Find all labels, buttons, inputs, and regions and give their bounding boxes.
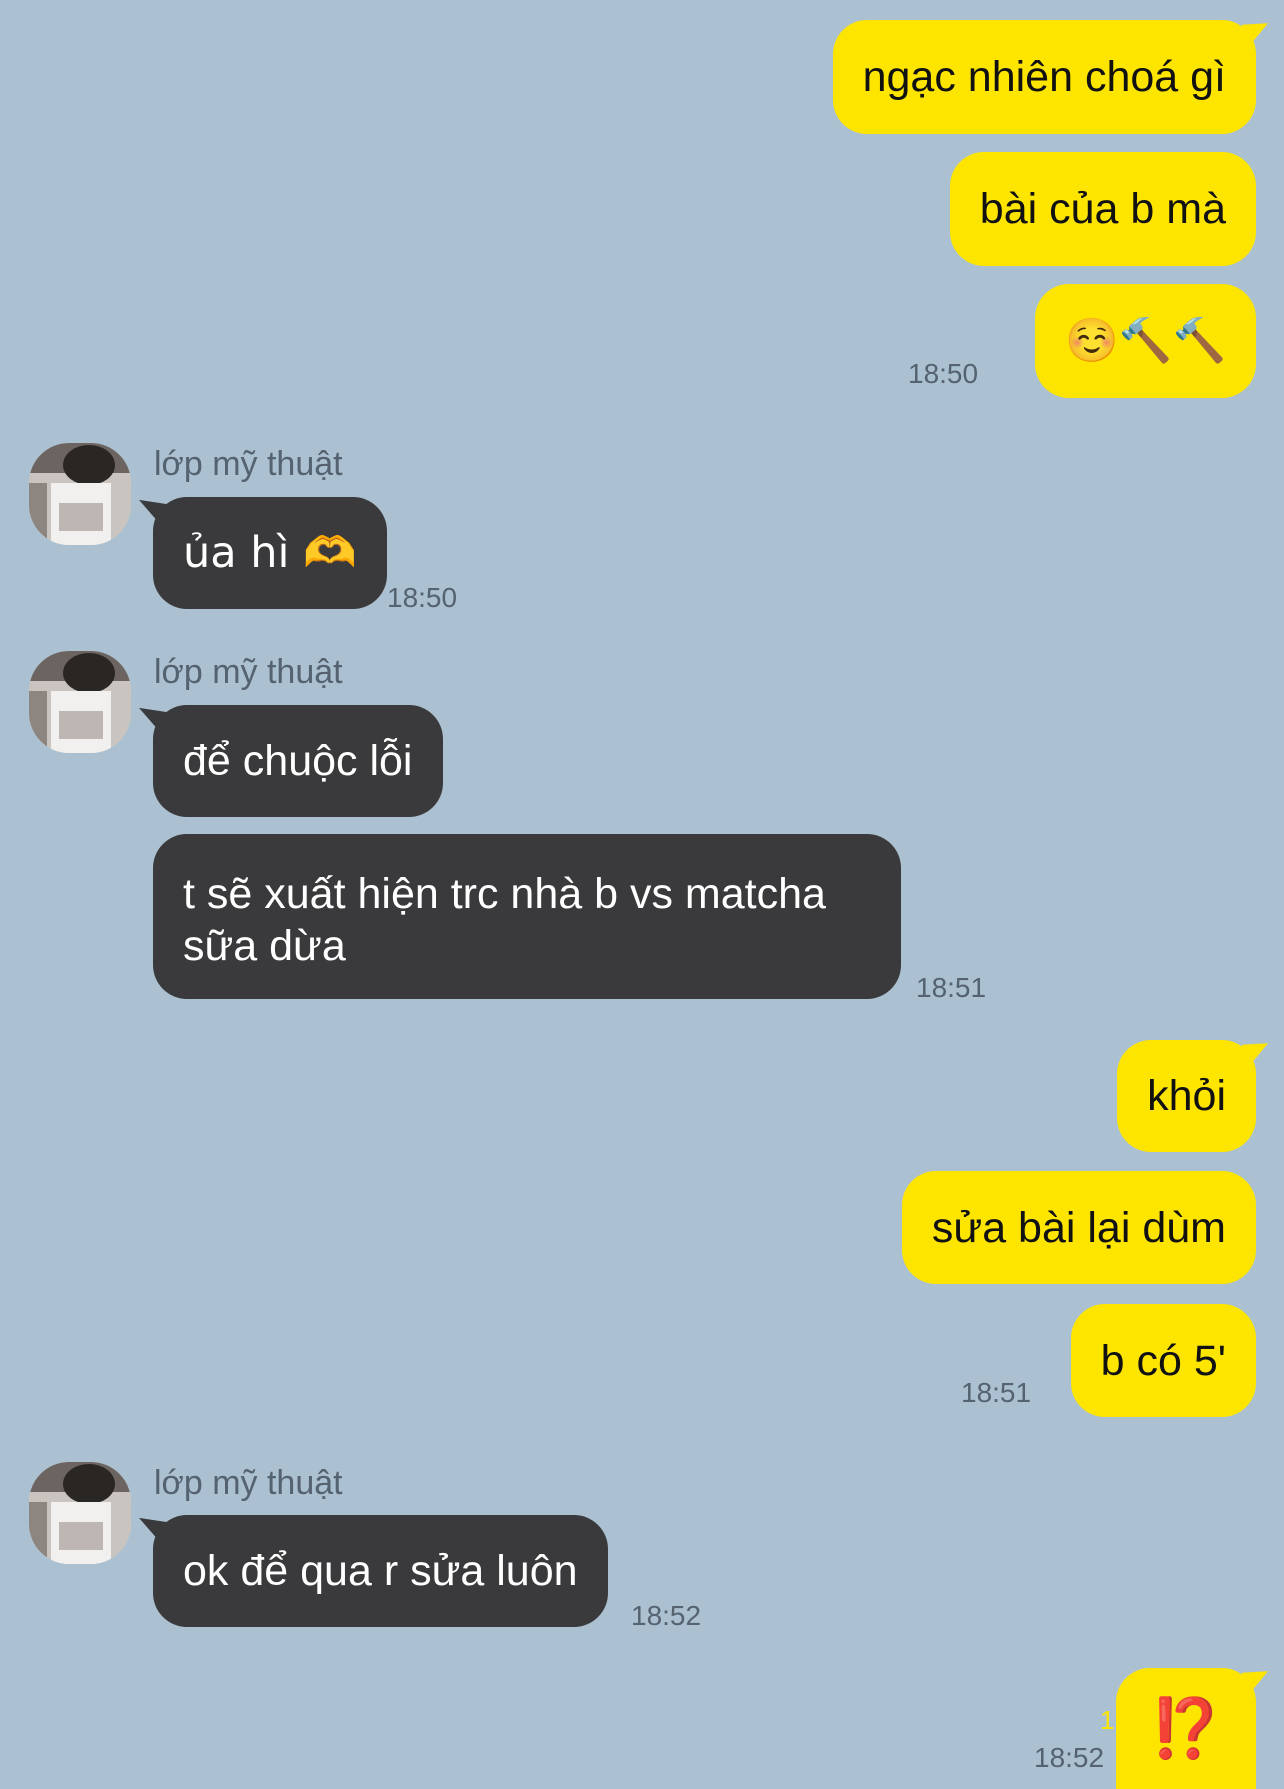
outgoing-message[interactable]: ⁉️ — [1115, 1668, 1256, 1789]
avatar[interactable] — [29, 1462, 131, 1564]
avatar[interactable] — [29, 443, 131, 545]
avatar-image — [29, 1462, 131, 1564]
message-text: để chuộc lỗi — [183, 737, 413, 785]
message-text: ngạc nhiên choá gì — [862, 53, 1226, 101]
avatar-image — [29, 443, 131, 545]
message-text: b có 5' — [1100, 1336, 1226, 1385]
message-text: ⁉️ — [1149, 1695, 1222, 1761]
sender-name: lớp mỹ thuật — [154, 1464, 343, 1502]
message-timestamp: 18:50 — [387, 582, 458, 613]
outgoing-message[interactable]: ngạc nhiên choá gì — [832, 20, 1256, 134]
outgoing-message[interactable]: khỏi — [1117, 1040, 1256, 1152]
message-text: ok để qua r sửa luôn — [183, 1547, 578, 1595]
sender-name: lớp mỹ thuật — [154, 653, 343, 691]
outgoing-message[interactable]: b có 5' — [1070, 1304, 1256, 1417]
message-timestamp: 18:51 — [961, 1377, 1032, 1408]
avatar-image — [29, 651, 131, 753]
message-text: bài của b mà — [979, 185, 1226, 233]
message-text: khỏi — [1147, 1072, 1226, 1120]
incoming-message[interactable]: để chuộc lỗi — [153, 705, 443, 817]
outgoing-message[interactable]: sửa bài lại dùm — [901, 1171, 1256, 1284]
avatar[interactable] — [29, 651, 131, 753]
outgoing-message[interactable]: bài của b mà — [949, 152, 1256, 266]
incoming-message[interactable]: ủa hì 🫶 — [153, 497, 387, 609]
message-timestamp: 18:50 — [908, 358, 979, 389]
message-timestamp: 18:52 — [631, 1600, 702, 1631]
sender-name: lớp mỹ thuật — [154, 445, 343, 483]
message-timestamp: 18:51 — [916, 972, 987, 1003]
message-text: ủa hì 🫶 — [183, 528, 357, 578]
message-text: ☺️🔨🔨 — [1065, 316, 1226, 366]
message-text: t sẽ xuất hiện trc nhà b vs matcha sữa d… — [183, 869, 826, 970]
message-text: sửa bài lại dùm — [931, 1203, 1226, 1252]
incoming-message[interactable]: ok để qua r sửa luôn — [153, 1515, 608, 1627]
unread-count: 1 — [1100, 1705, 1115, 1735]
outgoing-message[interactable]: ☺️🔨🔨 — [1035, 284, 1256, 398]
incoming-message[interactable]: t sẽ xuất hiện trc nhà b vs matcha sữa d… — [153, 834, 901, 999]
message-timestamp: 18:52 — [1034, 1742, 1105, 1773]
